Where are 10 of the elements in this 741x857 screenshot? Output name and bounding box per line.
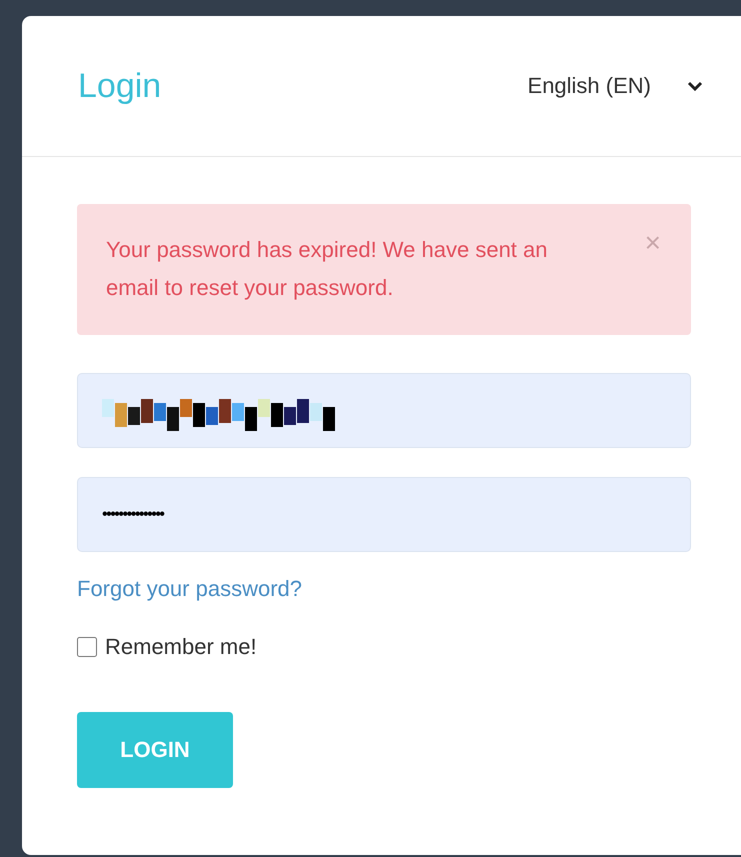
- remember-label: Remember me!: [105, 634, 257, 660]
- password-field[interactable]: •••••••••••••••: [77, 477, 691, 552]
- chevron-down-icon: [687, 81, 703, 91]
- login-button[interactable]: LOGIN: [77, 712, 233, 788]
- language-select[interactable]: English (EN): [528, 73, 703, 99]
- remember-checkbox[interactable]: [77, 637, 97, 657]
- username-field[interactable]: [77, 373, 691, 448]
- login-title: Login: [78, 66, 162, 106]
- forgot-password-link[interactable]: Forgot your password?: [77, 576, 302, 602]
- alert-message: Your password has expired! We have sent an email to reset your password.: [106, 237, 548, 300]
